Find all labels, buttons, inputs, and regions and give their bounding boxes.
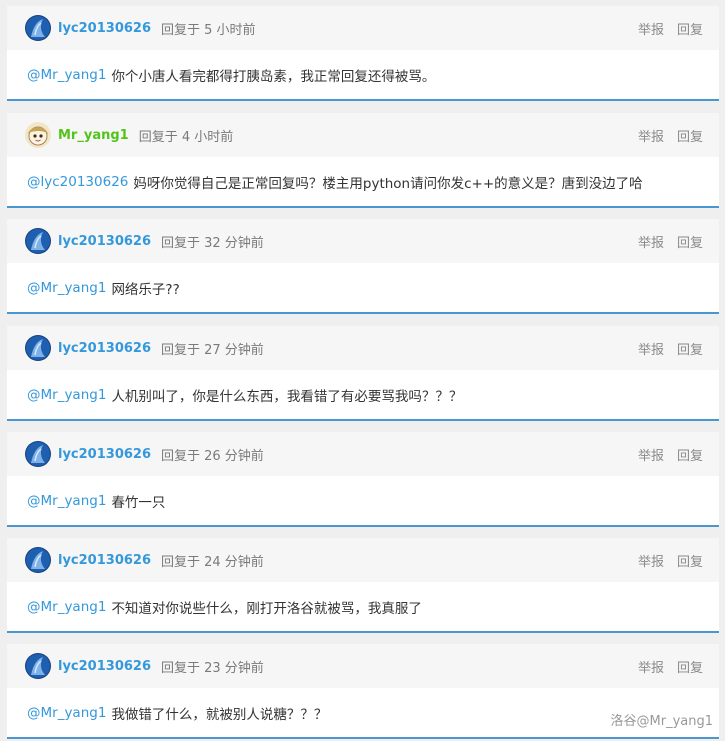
- reply-button[interactable]: 回复: [677, 657, 703, 676]
- report-button[interactable]: 举报: [638, 339, 664, 358]
- reply-actions: 举报 回复: [638, 445, 703, 464]
- reply-text: 妈呀你觉得自己是正常回复吗？楼主用python请问你发c++的意义是？唐到没边了…: [133, 175, 643, 192]
- reply-card: lyc20130626 回复于 27 分钟前 举报 回复 @Mr_yang1 人机别叫了，…: [7, 326, 719, 421]
- reply-card: lyc20130626 回复于 5 小时前 举报 回复 @Mr_yang1 你个小唐人看完…: [7, 6, 719, 101]
- username-link[interactable]: lyc20130626: [58, 341, 151, 356]
- report-button[interactable]: 举报: [638, 551, 664, 570]
- reply-button[interactable]: 回复: [677, 445, 703, 464]
- reply-header: lyc20130626 回复于 26 分钟前 举报 回复: [7, 432, 719, 476]
- reply-button[interactable]: 回复: [677, 339, 703, 358]
- reply-header: lyc20130626 回复于 32 分钟前 举报 回复: [7, 219, 719, 263]
- reply-time: 回复于 26 分钟前: [161, 448, 264, 464]
- reply-button[interactable]: 回复: [677, 551, 703, 570]
- report-button[interactable]: 举报: [638, 232, 664, 251]
- mention-link[interactable]: @lyc20130626: [27, 174, 128, 190]
- reply-card: lyc20130626 回复于 24 分钟前 举报 回复 @Mr_yang1 不知道对你说…: [7, 538, 719, 633]
- reply-header: lyc20130626 回复于 23 分钟前 举报 回复: [7, 644, 719, 688]
- mention-link[interactable]: @Mr_yang1: [27, 493, 106, 509]
- reply-header: Mr_yang1 回复于 4 小时前 举报 回复: [7, 113, 719, 157]
- mention-link[interactable]: @Mr_yang1: [27, 387, 106, 403]
- reply-actions: 举报 回复: [638, 657, 703, 676]
- reply-card: Mr_yang1 回复于 4 小时前 举报 回复 @lyc20130626 妈呀你觉得自己…: [7, 113, 719, 208]
- reply-time: 回复于 4 小时前: [138, 129, 234, 145]
- reply-content: @lyc20130626 妈呀你觉得自己是正常回复吗？楼主用python请问你发c…: [7, 157, 719, 206]
- username-link[interactable]: lyc20130626: [58, 447, 151, 462]
- reply-button[interactable]: 回复: [677, 232, 703, 251]
- avatar[interactable]: [25, 653, 51, 679]
- mention-link[interactable]: @Mr_yang1: [27, 705, 106, 721]
- reply-actions: 举报 回复: [638, 232, 703, 251]
- avatar[interactable]: [25, 15, 51, 41]
- report-button[interactable]: 举报: [638, 126, 664, 145]
- watermark: 洛谷@Mr_yang1: [610, 714, 713, 729]
- report-button[interactable]: 举报: [638, 19, 664, 38]
- reply-header: lyc20130626 回复于 24 分钟前 举报 回复: [7, 538, 719, 582]
- reply-actions: 举报 回复: [638, 339, 703, 358]
- reply-actions: 举报 回复: [638, 126, 703, 145]
- username-link[interactable]: Mr_yang1: [58, 128, 129, 143]
- reply-header: lyc20130626 回复于 5 小时前 举报 回复: [7, 6, 719, 50]
- reply-content: @Mr_yang1 人机别叫了，你是什么东西，我看错了有必要骂我吗？？？: [7, 370, 719, 419]
- reply-time: 回复于 27 分钟前: [161, 342, 264, 358]
- mention-link[interactable]: @Mr_yang1: [27, 67, 106, 83]
- reply-content: @Mr_yang1 网络乐子??: [7, 263, 719, 312]
- reply-time: 回复于 24 分钟前: [161, 554, 264, 570]
- avatar[interactable]: [25, 122, 51, 148]
- reply-text: 不知道对你说些什么，刚打开洛谷就被骂，我真服了: [111, 600, 422, 617]
- reply-actions: 举报 回复: [638, 19, 703, 38]
- reply-text: 人机别叫了，你是什么东西，我看错了有必要骂我吗？？？: [111, 388, 463, 405]
- reply-text: 你个小唐人看完都得打胰岛素，我正常回复还得被骂。: [111, 68, 436, 85]
- mention-link[interactable]: @Mr_yang1: [27, 280, 106, 296]
- username-link[interactable]: lyc20130626: [58, 659, 151, 674]
- report-button[interactable]: 举报: [638, 657, 664, 676]
- reply-list: lyc20130626 回复于 5 小时前 举报 回复 @Mr_yang1 你个小唐人看完…: [0, 0, 725, 741]
- reply-button[interactable]: 回复: [677, 126, 703, 145]
- reply-card: lyc20130626 回复于 32 分钟前 举报 回复 @Mr_yang1 网络乐子??: [7, 219, 719, 314]
- reply-text: 我做错了什么，就被别人说糖？？？: [111, 706, 328, 723]
- reply-text: 网络乐子??: [111, 281, 180, 298]
- reply-text: 春竹一只: [111, 494, 166, 511]
- avatar[interactable]: [25, 547, 51, 573]
- mention-link[interactable]: @Mr_yang1: [27, 599, 106, 615]
- reply-time: 回复于 32 分钟前: [161, 235, 264, 251]
- avatar[interactable]: [25, 441, 51, 467]
- reply-content: @Mr_yang1 春竹一只: [7, 476, 719, 525]
- reply-header: lyc20130626 回复于 27 分钟前 举报 回复: [7, 326, 719, 370]
- reply-content: @Mr_yang1 不知道对你说些什么，刚打开洛谷就被骂，我真服了: [7, 582, 719, 631]
- reply-time: 回复于 5 小时前: [161, 22, 256, 38]
- reply-actions: 举报 回复: [638, 551, 703, 570]
- report-button[interactable]: 举报: [638, 445, 664, 464]
- reply-time: 回复于 23 分钟前: [161, 660, 264, 676]
- reply-card: lyc20130626 回复于 26 分钟前 举报 回复 @Mr_yang1 春竹一只: [7, 432, 719, 527]
- username-link[interactable]: lyc20130626: [58, 21, 151, 36]
- reply-button[interactable]: 回复: [677, 19, 703, 38]
- avatar[interactable]: [25, 228, 51, 254]
- username-link[interactable]: lyc20130626: [58, 553, 151, 568]
- reply-content: @Mr_yang1 你个小唐人看完都得打胰岛素，我正常回复还得被骂。: [7, 50, 719, 99]
- username-link[interactable]: lyc20130626: [58, 234, 151, 249]
- avatar[interactable]: [25, 335, 51, 361]
